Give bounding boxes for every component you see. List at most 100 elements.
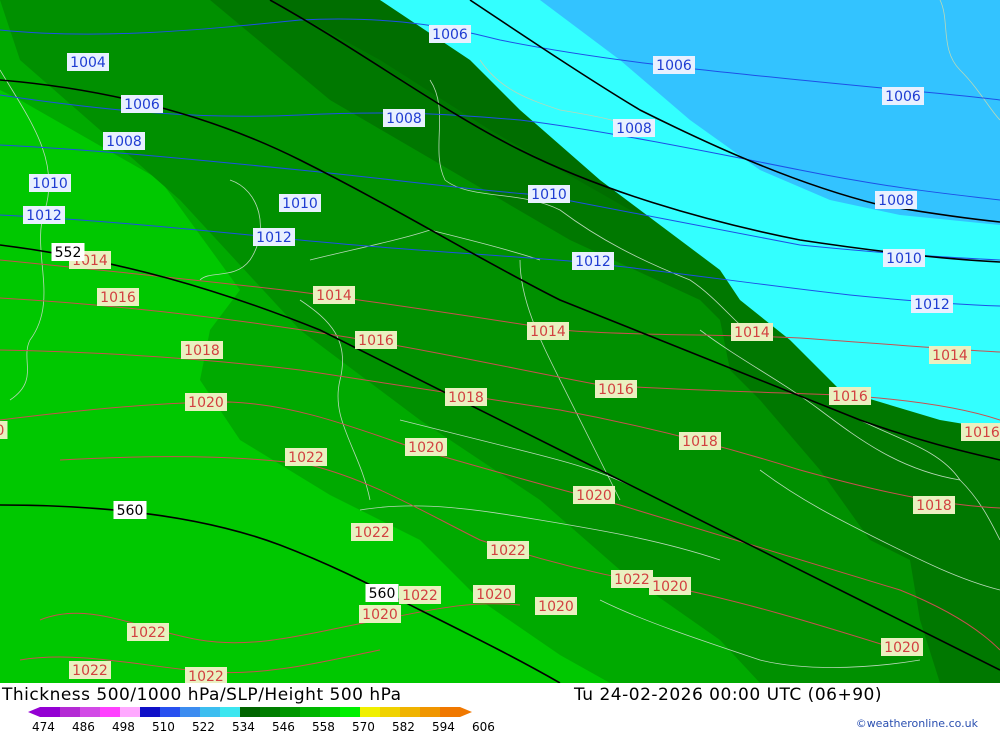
slp-label: 1010 <box>528 185 570 203</box>
height-label-text: 560 <box>117 503 144 519</box>
slp-label: 1008 <box>613 119 655 137</box>
slp-label-text: 1018 <box>184 343 220 359</box>
legend-swatch <box>280 707 300 717</box>
legend-tick-label: 486 <box>72 720 95 733</box>
slp-label: 1022 <box>399 586 441 604</box>
slp-label-text: 1010 <box>32 176 68 192</box>
slp-label: 1020 <box>185 393 227 411</box>
legend-swatch <box>140 707 160 717</box>
slp-label-text: 1016 <box>964 425 1000 441</box>
slp-label-text: 1020 <box>576 488 612 504</box>
slp-label-text: 0 <box>0 423 4 439</box>
slp-label: 1016 <box>595 380 637 398</box>
legend-swatch <box>400 707 420 717</box>
slp-label-text: 1008 <box>106 134 142 150</box>
slp-label-text: 1022 <box>288 450 324 466</box>
slp-label-text: 1008 <box>616 121 652 137</box>
weather-map: 1004 1006 1006 1006 1006 1008 1008 1008 1008 1010… <box>0 0 1000 683</box>
legend-swatch <box>100 707 120 717</box>
slp-label: 1008 <box>875 191 917 209</box>
legend-bar: 474 486 498 510 522 534 546 558 570 582 594 606 <box>28 707 495 734</box>
slp-label: 1022 <box>127 623 169 641</box>
legend-swatch <box>220 707 240 717</box>
legend-swatch <box>420 707 440 717</box>
legend-swatch <box>120 707 140 717</box>
slp-label: 1014 <box>527 322 569 340</box>
slp-label-text: 1022 <box>614 572 650 588</box>
slp-label: 1016 <box>829 387 871 405</box>
legend-tick-label: 546 <box>272 720 295 733</box>
slp-label-text: 1014 <box>316 288 352 304</box>
footer: Thickness 500/1000 hPa/SLP/Height 500 hP… <box>0 683 1000 734</box>
slp-label-text: 1004 <box>70 55 106 71</box>
slp-label-text: 1008 <box>878 193 914 209</box>
slp-label: 1020 <box>473 585 515 603</box>
slp-label-text: 1020 <box>652 579 688 595</box>
slp-label-text: 1012 <box>26 208 62 224</box>
legend-swatch <box>340 707 360 717</box>
legend-tick-label: 498 <box>112 720 135 733</box>
slp-label-text: 1020 <box>476 587 512 603</box>
slp-label: 1022 <box>285 448 327 466</box>
slp-label-text: 1022 <box>130 625 166 641</box>
slp-label: 1006 <box>121 95 163 113</box>
map-title: Thickness 500/1000 hPa/SLP/Height 500 hP… <box>2 685 402 705</box>
height-label: 552 <box>51 243 85 261</box>
slp-label-text: 1018 <box>916 498 952 514</box>
slp-label: 1018 <box>913 496 955 514</box>
legend-tick-label: 534 <box>232 720 255 733</box>
slp-label-text: 1014 <box>530 324 566 340</box>
legend-swatch <box>60 707 80 717</box>
slp-label: 1022 <box>611 570 653 588</box>
slp-label-text: 1012 <box>575 254 611 270</box>
slp-label-text: 1006 <box>124 97 160 113</box>
slp-label: 1022 <box>351 523 393 541</box>
slp-label: 1020 <box>535 597 577 615</box>
height-label: 560 <box>113 501 147 519</box>
legend-arrow-right <box>460 707 472 717</box>
slp-label-text: 1014 <box>932 348 968 364</box>
slp-label: 1010 <box>883 249 925 267</box>
slp-label: 1020 <box>359 605 401 623</box>
legend-swatch <box>200 707 220 717</box>
legend-tick-label: 510 <box>152 720 175 733</box>
slp-label-text: 1016 <box>598 382 634 398</box>
credit-link[interactable]: ©weatheronline.co.uk <box>856 717 978 730</box>
slp-label-text: 1022 <box>188 669 224 683</box>
slp-label-text: 1006 <box>432 27 468 43</box>
slp-label: 1014 <box>731 323 773 341</box>
legend-swatch <box>320 707 340 717</box>
height-label-text: 552 <box>55 245 82 261</box>
slp-label: 1004 <box>67 53 109 71</box>
slp-label: 1012 <box>911 295 953 313</box>
legend-arrow-left <box>28 707 40 717</box>
slp-label-text: 1012 <box>914 297 950 313</box>
slp-label-text: 1006 <box>885 89 921 105</box>
slp-label-text: 1014 <box>734 325 770 341</box>
slp-label-text: 1018 <box>682 434 718 450</box>
slp-label-text: 1006 <box>656 58 692 74</box>
slp-label-text: 1010 <box>886 251 922 267</box>
legend-tick-label: 522 <box>192 720 215 733</box>
slp-label: 1020 <box>573 486 615 504</box>
slp-label-text: 1018 <box>448 390 484 406</box>
slp-label-text: 1020 <box>408 440 444 456</box>
slp-label: 0 <box>0 421 8 439</box>
slp-label: 1008 <box>383 109 425 127</box>
slp-label-text: 1022 <box>490 543 526 559</box>
slp-label: 1016 <box>97 288 139 306</box>
slp-label: 1012 <box>253 228 295 246</box>
valid-time: Tu 24-02-2026 00:00 UTC (06+90) <box>574 685 882 705</box>
slp-label: 1018 <box>679 432 721 450</box>
slp-label: 1014 <box>929 346 971 364</box>
legend-swatch <box>180 707 200 717</box>
slp-label: 1022 <box>69 661 111 679</box>
slp-label-text: 1020 <box>188 395 224 411</box>
legend-tick-label: 606 <box>472 720 495 733</box>
slp-label: 1014 <box>313 286 355 304</box>
slp-label: 1006 <box>653 56 695 74</box>
legend-tick-label: 474 <box>32 720 55 733</box>
slp-label-text: 1022 <box>354 525 390 541</box>
legend-tick-label: 570 <box>352 720 375 733</box>
slp-label: 1016 <box>961 423 1000 441</box>
